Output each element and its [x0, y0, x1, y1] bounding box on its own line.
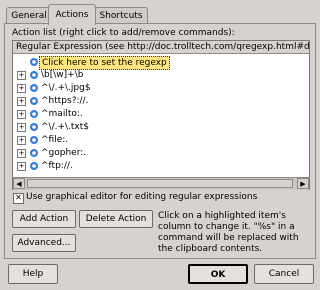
tab-general-label: General — [11, 11, 47, 21]
tab-shortcuts-label: Shortcuts — [99, 11, 143, 21]
regexp-icon — [30, 162, 38, 170]
list-item-text: ^https?://. — [41, 96, 89, 106]
regexp-icon — [30, 123, 38, 131]
regexp-icon — [30, 97, 38, 105]
list-item[interactable]: Click here to set the regexp — [13, 56, 303, 70]
hint-text: Click on a highlighted item's column to … — [158, 211, 299, 254]
expand-icon[interactable]: + — [17, 162, 26, 171]
list-item-text: ^\/.+\.txt$ — [41, 122, 90, 132]
list-item[interactable]: + ^\/.+\.txt$ — [13, 121, 303, 133]
list-item[interactable]: + ^file:. — [13, 134, 303, 146]
list-item-text: ^mailto:. — [41, 109, 83, 119]
delete-action-button[interactable]: Delete Action — [79, 210, 153, 228]
list-item[interactable]: + \b[\w]+\b — [13, 69, 303, 81]
regexp-icon — [30, 110, 38, 118]
list-item-text: ^gopher:. — [41, 148, 87, 158]
expand-icon[interactable]: + — [17, 136, 26, 145]
tab-actions[interactable]: Actions — [48, 4, 96, 25]
action-list-label: Action list (right click to add/remove c… — [12, 28, 235, 38]
cancel-button[interactable]: Cancel — [254, 264, 314, 284]
list-item[interactable]: + ^\/.+\.jpg$ — [13, 82, 303, 94]
list-item-text: ^ftp://. — [41, 161, 73, 171]
list-item[interactable]: + ^mailto:. — [13, 108, 303, 120]
expand-icon[interactable]: + — [17, 149, 26, 158]
graphical-editor-checkbox[interactable]: ✕ — [13, 193, 24, 204]
regexp-icon — [30, 58, 38, 66]
list-item[interactable]: + ^gopher:. — [13, 147, 303, 159]
regexp-icon — [30, 149, 38, 157]
regexp-icon — [30, 84, 38, 92]
column-header-regexp[interactable]: Regular Expression (see http://doc.troll… — [13, 41, 309, 54]
scroll-right-icon[interactable]: ▶ — [297, 178, 309, 189]
add-action-button[interactable]: Add Action — [12, 210, 76, 228]
horizontal-scrollbar[interactable]: ◀ ▶ — [13, 177, 309, 190]
list-item-text: ^file:. — [41, 135, 69, 145]
tab-bar: General Actions Shortcuts — [4, 4, 316, 25]
regexp-icon — [30, 136, 38, 144]
graphical-editor-label: Use graphical editor for editing regular… — [26, 192, 258, 202]
expand-icon[interactable]: + — [17, 110, 26, 119]
regexp-icon — [30, 71, 38, 79]
list-item[interactable]: + ^ftp://. — [13, 160, 303, 172]
advanced-button[interactable]: Advanced... — [12, 234, 76, 252]
expand-icon[interactable]: + — [17, 97, 26, 106]
list-item-text[interactable]: Click here to set the regexp — [39, 56, 170, 70]
list-item-text: \b[\w]+\b — [41, 70, 84, 80]
tab-shortcuts[interactable]: Shortcuts — [94, 7, 148, 24]
tab-general[interactable]: General — [6, 7, 52, 24]
expand-icon[interactable]: + — [17, 123, 26, 132]
tab-actions-label: Actions — [55, 10, 89, 20]
expand-icon[interactable]: + — [17, 84, 26, 93]
scroll-thumb[interactable] — [27, 179, 293, 188]
expand-icon[interactable]: + — [17, 71, 26, 80]
list-item-text: ^\/.+\.jpg$ — [41, 83, 91, 93]
list-item[interactable]: + ^https?://. — [13, 95, 303, 107]
action-list[interactable]: Regular Expression (see http://doc.troll… — [12, 40, 310, 190]
help-button[interactable]: Help — [8, 264, 58, 284]
actions-panel: Action list (right click to add/remove c… — [4, 23, 316, 259]
ok-button[interactable]: OK — [188, 264, 248, 284]
scroll-left-icon[interactable]: ◀ — [13, 178, 25, 189]
